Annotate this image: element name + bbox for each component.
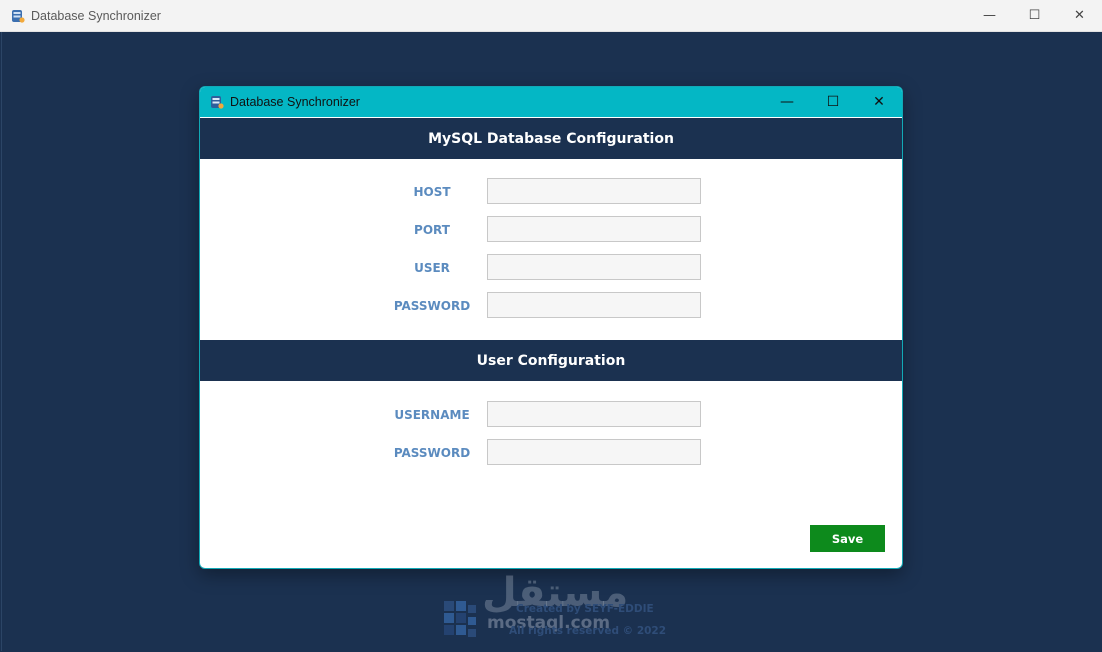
username-input[interactable]	[487, 401, 701, 427]
user-password-input[interactable]	[487, 439, 701, 465]
database-app-icon	[211, 96, 224, 109]
save-button[interactable]: Save	[810, 525, 885, 552]
database-app-icon	[12, 9, 25, 23]
outer-window-controls: — ☐ ✕	[967, 0, 1102, 31]
config-dialog: Database Synchronizer — ☐ ✕ MySQL Databa…	[199, 86, 903, 569]
dialog-titlebar[interactable]: Database Synchronizer — ☐ ✕	[200, 87, 902, 117]
minimize-button[interactable]: —	[967, 0, 1012, 31]
maximize-button[interactable]: ☐	[1012, 0, 1057, 31]
close-button[interactable]: ✕	[1057, 0, 1102, 31]
mysql-section-header: MySQL Database Configuration	[200, 118, 902, 159]
dialog-window-controls: — ☐ ✕	[764, 87, 902, 117]
port-input[interactable]	[487, 216, 701, 242]
host-input[interactable]	[487, 178, 701, 204]
dialog-title: Database Synchronizer	[230, 95, 360, 109]
db-password-input[interactable]	[487, 292, 701, 318]
dialog-minimize-button[interactable]: —	[764, 87, 810, 117]
user-section-header: User Configuration	[200, 340, 902, 381]
footer-rights: All rights reserved © 2022	[509, 625, 667, 637]
outer-window-title: Database Synchronizer	[31, 8, 161, 23]
outer-titlebar: Database Synchronizer — ☐ ✕	[0, 0, 1102, 32]
user-input[interactable]	[487, 254, 701, 280]
dialog-maximize-button[interactable]: ☐	[810, 87, 856, 117]
dialog-close-button[interactable]: ✕	[856, 87, 902, 117]
